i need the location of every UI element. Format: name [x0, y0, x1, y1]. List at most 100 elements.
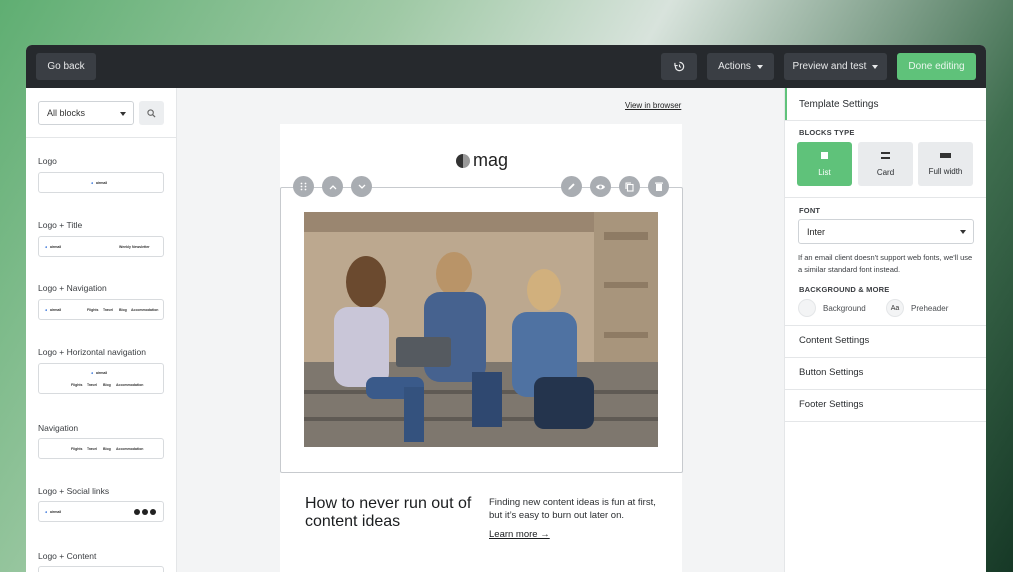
block-label-logo-title: Logo + Title: [38, 220, 83, 230]
divider: [26, 137, 177, 138]
thumb-nav-item: Blog: [103, 447, 111, 451]
actions-dropdown[interactable]: Actions: [707, 53, 774, 80]
thumb-nav-item: Blog: [103, 383, 111, 387]
thumb-nav-item: Flights: [71, 383, 83, 387]
template-settings-header[interactable]: Template Settings: [785, 88, 986, 120]
background-color-swatch[interactable]: [798, 299, 816, 317]
block-type-full-width-button[interactable]: Full width: [918, 142, 973, 186]
divider: [785, 120, 986, 121]
list-icon: [821, 151, 828, 159]
blocks-sidebar: All blocks Logo ◂ airmail Logo + Title ◂…: [26, 88, 177, 572]
email-editor-window: Go back Actions Preview and test Done ed…: [26, 45, 986, 572]
block-filter-value: All blocks: [47, 108, 86, 118]
block-type-label: Card: [876, 167, 895, 177]
view-in-browser-link[interactable]: View in browser: [625, 101, 681, 110]
thumb-nav-item: Flights: [71, 447, 83, 451]
content-settings-row[interactable]: Content Settings: [799, 335, 869, 346]
search-button[interactable]: [139, 101, 164, 125]
block-logo-navigation[interactable]: ◂ airmail Flights Travel Blog Accommodat…: [38, 299, 164, 320]
block-logo[interactable]: ◂ airmail: [38, 172, 164, 193]
article-body: Finding new content ideas is fun at firs…: [489, 497, 656, 521]
chevron-down-icon: [120, 112, 126, 116]
divider: [785, 421, 986, 422]
font-label: FONT: [799, 206, 821, 215]
preview-and-test-dropdown[interactable]: Preview and test: [784, 53, 887, 80]
block-filter-select[interactable]: All blocks: [38, 101, 134, 125]
background-more-label: BACKGROUND & MORE: [799, 285, 890, 294]
block-logo-social[interactable]: ◂ airmail: [38, 501, 164, 522]
block-logo-title[interactable]: ◂ airmail Weekly Newsletter: [38, 236, 164, 257]
block-label-logo-horizontal-nav: Logo + Horizontal navigation: [38, 347, 146, 357]
instagram-icon: [150, 509, 156, 515]
font-select[interactable]: Inter: [798, 219, 974, 244]
history-icon: [673, 61, 684, 72]
block-type-label: List: [818, 167, 831, 177]
thumb-nav-item: Blog: [119, 308, 127, 312]
thumb-nav-item: Travel: [87, 383, 98, 387]
font-select-value: Inter: [807, 226, 826, 237]
block-label-navigation: Navigation: [38, 423, 79, 433]
thumb-brand: airmail: [96, 371, 108, 375]
block-logo-horizontal-nav[interactable]: ◂ airmail Flights Travel Blog Accommodat…: [38, 363, 164, 394]
done-editing-button[interactable]: Done editing: [897, 53, 976, 80]
footer-settings-row[interactable]: Footer Settings: [799, 399, 863, 410]
move-up-icon[interactable]: [322, 176, 343, 197]
logo-text: mag: [473, 150, 509, 170]
preheader-icon[interactable]: Aa: [886, 299, 904, 317]
preheader-glyph: Aa: [890, 304, 900, 312]
thumb-brand: airmail: [96, 181, 108, 185]
preheader-label[interactable]: Preheader: [911, 304, 948, 313]
block-logo-content[interactable]: [38, 566, 164, 572]
button-settings-row[interactable]: Button Settings: [799, 367, 863, 378]
divider: [785, 197, 986, 198]
full-width-icon: [940, 152, 951, 158]
chevron-down-icon: [872, 64, 879, 69]
thumb-nav-item: Flights: [87, 308, 99, 312]
learn-more-link[interactable]: Learn more →: [489, 529, 550, 540]
preview-label: Preview and test: [792, 61, 867, 72]
thumb-brand: airmail: [50, 245, 62, 249]
block-label-logo: Logo: [38, 156, 57, 166]
template-settings-title: Template Settings: [799, 98, 879, 110]
history-button[interactable]: [661, 53, 697, 80]
thumb-brand: airmail: [50, 510, 62, 514]
divider: [785, 357, 986, 358]
airmail-logo-icon: ◂: [91, 181, 93, 185]
block-type-list-button[interactable]: List: [797, 142, 852, 186]
go-back-button[interactable]: Go back: [36, 53, 96, 80]
card-icon: [881, 151, 890, 159]
email-logo: mag: [456, 150, 508, 171]
block-label-logo-navigation: Logo + Navigation: [38, 283, 107, 293]
airmail-logo-icon: ◂: [45, 308, 47, 312]
divider: [785, 389, 986, 390]
search-icon: [147, 108, 156, 118]
duplicate-icon[interactable]: [619, 176, 640, 197]
top-toolbar: Go back Actions Preview and test Done ed…: [26, 45, 986, 88]
settings-panel: Template Settings BLOCKS TYPE List Card …: [784, 88, 986, 572]
mag-logo-icon: [456, 153, 470, 168]
preview-eye-icon[interactable]: [590, 176, 611, 197]
chevron-down-icon: [756, 64, 763, 69]
thumb-nav-item: Travel: [103, 308, 114, 312]
drag-handle-icon[interactable]: [293, 176, 314, 197]
block-type-label: Full width: [928, 166, 963, 176]
move-down-icon[interactable]: [351, 176, 372, 197]
chevron-down-icon: [960, 230, 966, 234]
background-label[interactable]: Background: [823, 304, 866, 313]
twitter-icon: [142, 509, 148, 515]
thumb-nav-item: Accommodation: [131, 308, 159, 312]
edit-pencil-icon[interactable]: [561, 176, 582, 197]
block-label-logo-social: Logo + Social links: [38, 486, 110, 496]
delete-trash-icon[interactable]: [648, 176, 669, 197]
actions-label: Actions: [718, 61, 751, 72]
block-navigation[interactable]: Flights Travel Blog Accommodation: [38, 438, 164, 459]
thumb-brand: airmail: [50, 308, 62, 312]
block-label-logo-content: Logo + Content: [38, 551, 97, 561]
done-label: Done editing: [908, 61, 965, 72]
facebook-icon: [134, 509, 140, 515]
block-type-card-button[interactable]: Card: [858, 142, 913, 186]
divider: [785, 325, 986, 326]
article-headline: How to never run out of content ideas: [305, 495, 472, 530]
airmail-logo-icon: ◂: [91, 371, 93, 375]
airmail-logo-icon: ◂: [45, 510, 47, 514]
